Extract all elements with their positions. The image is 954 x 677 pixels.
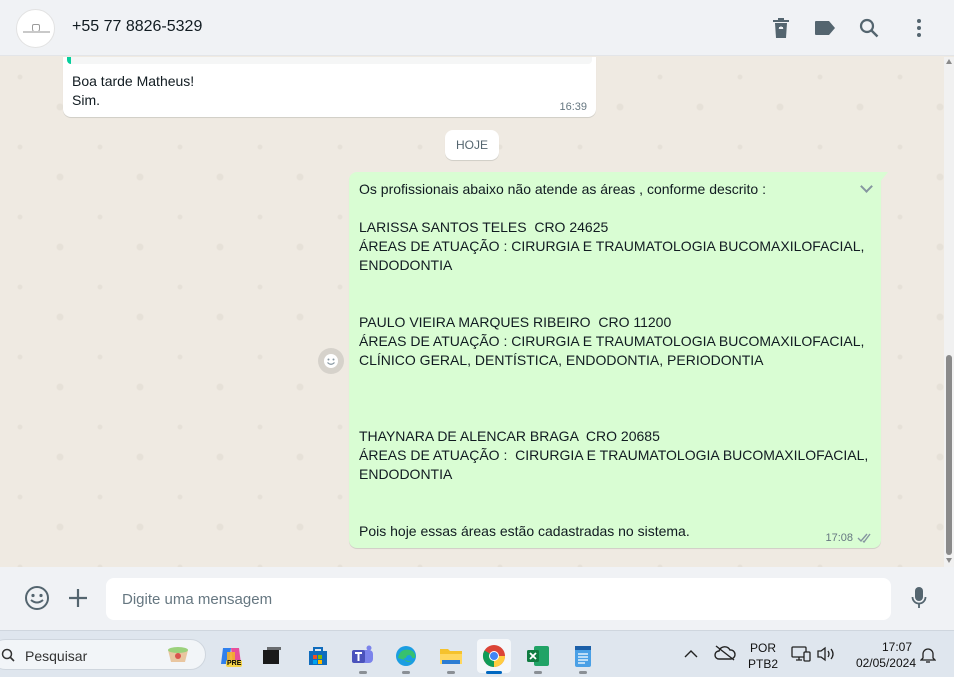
task-view-icon xyxy=(263,647,281,664)
edge-icon xyxy=(396,646,416,666)
contact-name[interactable]: +55 77 8826-5329 xyxy=(72,18,202,36)
onedrive-offline-icon[interactable] xyxy=(714,645,736,664)
running-indicator xyxy=(579,671,587,674)
message-text: Boa tarde Matheus! xyxy=(72,73,195,89)
smiley-icon xyxy=(324,354,338,368)
scroll-down-arrow-icon[interactable] xyxy=(946,558,952,563)
clock-date: 02/05/2024 xyxy=(855,656,916,670)
chat-header: +55 77 8826-5329 xyxy=(0,0,954,56)
quoted-message[interactable] xyxy=(67,57,592,64)
store-app[interactable] xyxy=(301,639,335,673)
clock-time: 17:07 xyxy=(881,640,912,654)
date-divider: HOJE xyxy=(445,130,499,160)
scroll-thumb[interactable] xyxy=(946,355,952,555)
trash-icon[interactable] xyxy=(768,15,794,41)
message-time: 17:08 xyxy=(825,532,853,544)
contact-avatar[interactable] xyxy=(16,9,55,48)
search-highlight-icon xyxy=(168,647,188,662)
excel-app[interactable] xyxy=(521,639,555,674)
taskbar-search-placeholder: Pesquisar xyxy=(25,648,88,664)
notepad-icon xyxy=(575,646,591,667)
search-icon xyxy=(1,648,15,662)
search-icon[interactable] xyxy=(856,15,882,41)
menu-icon[interactable] xyxy=(906,15,932,41)
chevron-up-icon[interactable] xyxy=(684,647,698,662)
clock[interactable]: 17:07 02/05/2024 xyxy=(846,640,916,670)
double-check-icon xyxy=(857,533,871,543)
notepad-app[interactable] xyxy=(566,639,600,674)
running-indicator xyxy=(359,671,367,674)
running-indicator xyxy=(402,671,410,674)
logo-caption xyxy=(23,31,50,33)
message-meta: 17:08 xyxy=(825,532,873,544)
chrome-app[interactable] xyxy=(477,639,511,674)
bubble-tail xyxy=(880,172,888,182)
teams-icon xyxy=(352,645,373,663)
task-view-app[interactable] xyxy=(255,639,289,673)
file-explorer-app[interactable] xyxy=(434,639,468,674)
running-indicator xyxy=(447,671,455,674)
teams-app[interactable] xyxy=(346,639,380,674)
language-indicator[interactable]: POR PTB2 xyxy=(746,641,780,671)
label-icon[interactable] xyxy=(812,15,838,41)
scroll-up-arrow-icon[interactable] xyxy=(946,59,952,64)
windows-taskbar: Pesquisar PRE POR PTB2 17:07 02/05/2024 xyxy=(0,630,954,677)
notification-bell-icon[interactable] xyxy=(919,646,937,667)
chat-scrollbar[interactable] xyxy=(944,57,954,567)
language-code: POR xyxy=(749,641,776,655)
keyboard-layout: PTB2 xyxy=(747,657,778,671)
taskbar-search[interactable]: Pesquisar xyxy=(0,639,206,670)
volume-icon[interactable] xyxy=(816,646,836,665)
chat-panel: Boa tarde Matheus! Sim. 16:39 HOJE Os pr… xyxy=(0,57,944,567)
message-composer xyxy=(0,567,954,630)
message-text: Sim. xyxy=(72,92,100,108)
running-indicator xyxy=(534,671,542,674)
excel-icon xyxy=(527,646,549,666)
microphone-icon[interactable] xyxy=(905,584,933,612)
copilot-app[interactable]: PRE xyxy=(214,639,248,673)
message-input[interactable] xyxy=(106,578,891,620)
plus-icon[interactable] xyxy=(64,584,92,612)
message-time: 16:39 xyxy=(559,101,587,113)
store-icon xyxy=(309,647,327,665)
active-indicator xyxy=(486,671,502,674)
message-text: Os profissionais abaixo não atende as ár… xyxy=(359,181,869,539)
chrome-icon xyxy=(483,645,505,667)
edge-app[interactable] xyxy=(389,639,423,674)
emoji-reaction-button[interactable] xyxy=(318,348,344,374)
incoming-message[interactable]: Boa tarde Matheus! Sim. 16:39 xyxy=(63,57,596,117)
folder-icon xyxy=(440,649,462,664)
network-icon[interactable] xyxy=(791,646,811,665)
emoji-icon[interactable] xyxy=(23,584,51,612)
outgoing-message[interactable]: Os profissionais abaixo não atende as ár… xyxy=(349,172,881,548)
